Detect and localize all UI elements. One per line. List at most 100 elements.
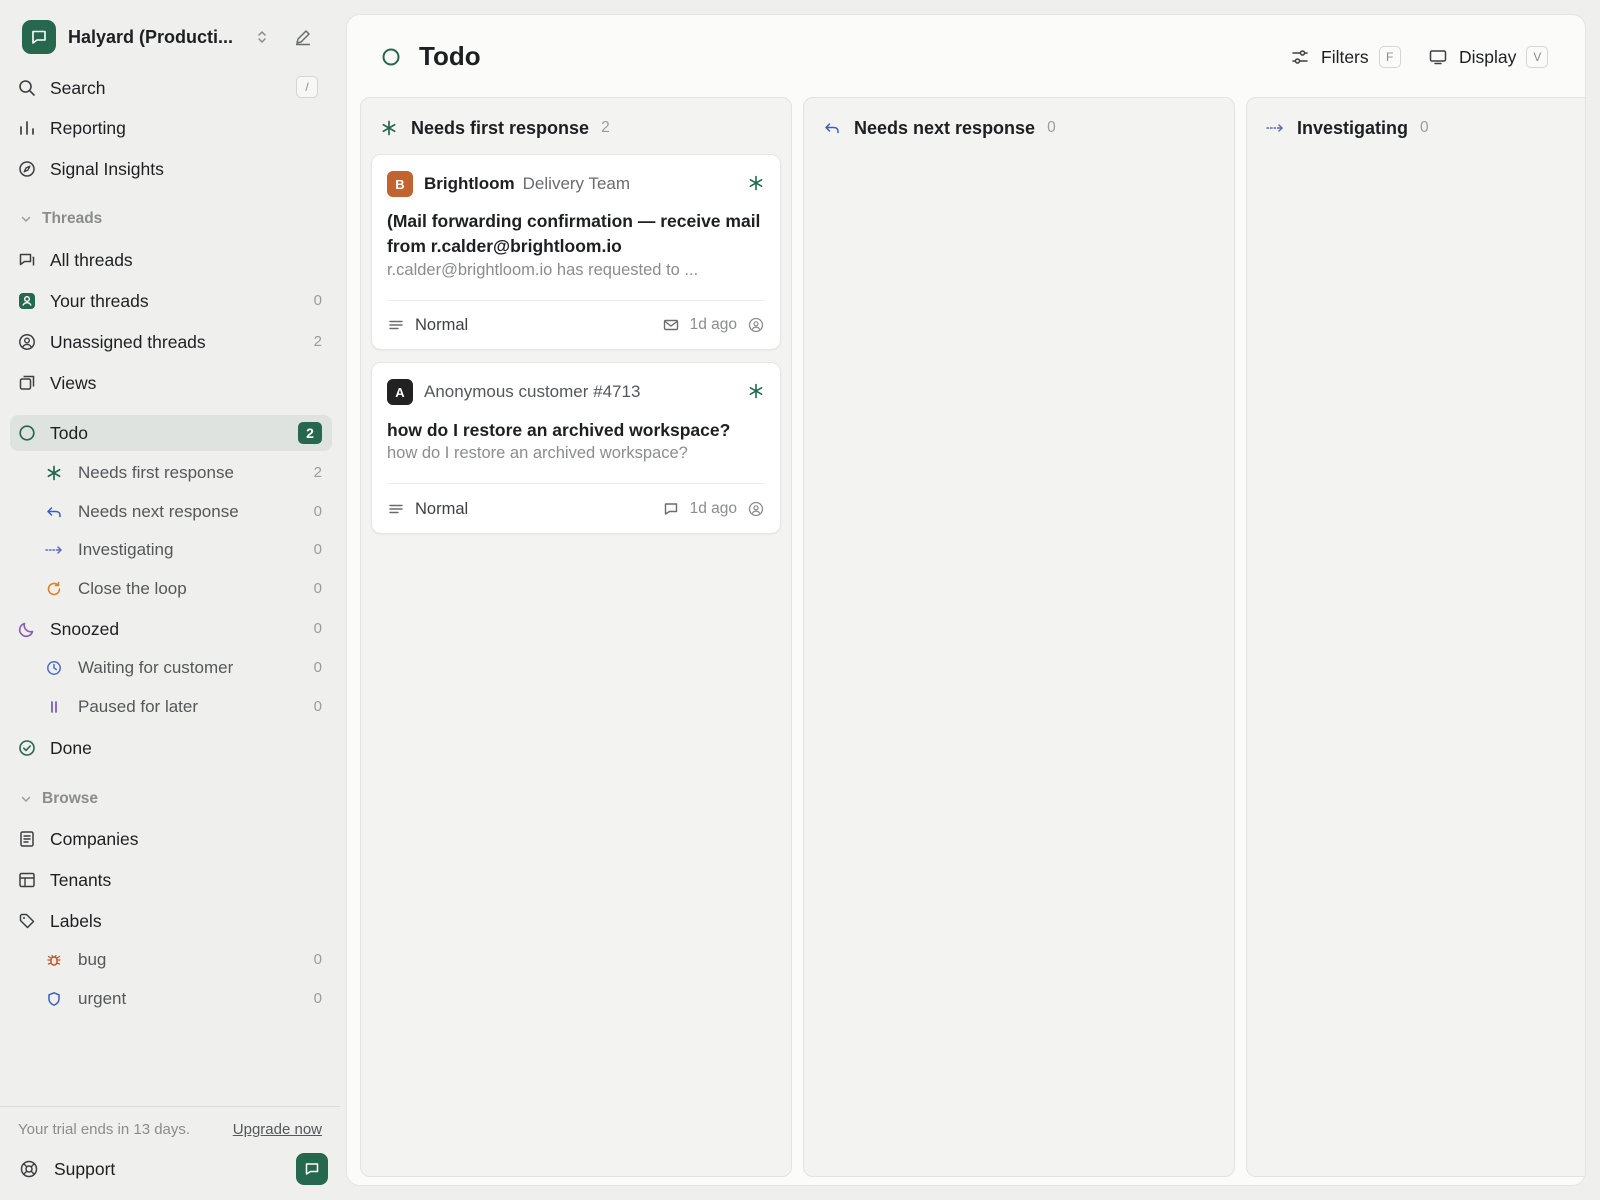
column-count: 0 [1420, 119, 1429, 136]
workspace-name: Halyard (Producti... [68, 26, 234, 47]
user-circle-icon [17, 332, 37, 352]
compose-icon[interactable] [292, 26, 314, 48]
thread-card[interactable]: B Brightloom Delivery Team (Mail forwardi… [371, 154, 781, 350]
display-label: Display [1459, 46, 1517, 67]
thread-preview: r.calder@brightloom.io has requested to … [387, 261, 699, 279]
sidebar-item-done[interactable]: Done [10, 730, 332, 766]
workspace-switcher[interactable]: Halyard (Producti... [22, 20, 322, 54]
dashed-arrow-icon [44, 540, 64, 560]
sidebar-item-label-bug[interactable]: bug 0 [10, 942, 332, 978]
monitor-icon [1427, 46, 1449, 68]
thread-card[interactable]: A Anonymous customer #4713 how do I rest… [371, 362, 781, 534]
section-label: Browse [42, 790, 98, 807]
item-count: 0 [313, 620, 322, 637]
item-count: 0 [313, 659, 322, 676]
sidebar-item-close-the-loop[interactable]: Close the loop 0 [10, 571, 332, 607]
column-header: Investigating 0 [1265, 116, 1429, 140]
sidebar-item-all-threads[interactable]: All threads [10, 242, 332, 278]
sliders-icon [1289, 46, 1311, 68]
sidebar-item-unassigned-threads[interactable]: Unassigned threads 2 [10, 324, 332, 360]
chat-bubble-icon[interactable] [296, 1153, 328, 1185]
sidebar-item-label: Reporting [50, 118, 126, 138]
upgrade-link[interactable]: Upgrade now [233, 1121, 322, 1138]
item-count: 2 [313, 333, 322, 350]
column-title: Needs first response [411, 117, 590, 138]
team-name: Delivery Team [522, 174, 631, 193]
sidebar-item-label: Needs first response [78, 463, 234, 482]
card-divider [387, 483, 765, 484]
card-meta: 1d ago [662, 316, 765, 334]
sidebar-item-investigating[interactable]: Investigating 0 [10, 532, 332, 568]
sidebar-item-todo[interactable]: Todo 2 [10, 415, 332, 451]
main-panel: Todo Filters F Display V Needs first res… [346, 14, 1586, 1186]
item-count: 0 [313, 503, 322, 520]
thread-subject: how do I restore an archived workspace? [387, 420, 731, 440]
assignee-icon[interactable] [747, 500, 765, 518]
filters-button[interactable]: Filters F [1289, 45, 1401, 69]
asterisk-icon [748, 175, 766, 193]
filters-label: Filters [1321, 46, 1369, 67]
item-count: 0 [313, 580, 322, 597]
clock-icon [44, 658, 64, 678]
sidebar-item-views[interactable]: Views [10, 365, 332, 401]
thread-time: 1d ago [689, 316, 737, 333]
column-count: 0 [1047, 119, 1056, 136]
sidebar-item-label: Unassigned threads [50, 332, 206, 352]
display-button[interactable]: Display V [1427, 45, 1549, 69]
sidebar-item-needs-next-response[interactable]: Needs next response 0 [10, 494, 332, 530]
sidebar-item-needs-first-response[interactable]: Needs first response 2 [10, 455, 332, 491]
sidebar-item-label: Investigating [78, 540, 174, 559]
sidebar-item-companies[interactable]: Companies [10, 821, 332, 857]
moon-icon [17, 619, 37, 639]
sidebar-item-search[interactable]: Search / [10, 70, 332, 106]
item-count: 2 [313, 464, 322, 481]
sidebar-item-label: Tenants [50, 870, 112, 890]
todo-circle-icon [381, 47, 401, 67]
sidebar-item-your-threads[interactable]: Your threads 0 [10, 283, 332, 319]
sidebar-item-label: Paused for later [78, 697, 199, 716]
column-count: 2 [601, 119, 610, 136]
sidebar-item-label: Close the loop [78, 579, 187, 598]
sidebar-footer: Your trial ends in 13 days. Upgrade now … [0, 1106, 340, 1185]
sidebar-item-paused-for-later[interactable]: Paused for later 0 [10, 689, 332, 725]
item-count: 0 [313, 292, 322, 309]
sidebar-item-label: Needs next response [78, 502, 239, 521]
sidebar-item-reporting[interactable]: Reporting [10, 110, 332, 146]
search-icon [17, 78, 37, 98]
threads-section-toggle[interactable]: Threads [18, 208, 102, 230]
thread-preview: how do I restore an archived workspace? [387, 444, 688, 462]
lifebuoy-icon [18, 1158, 40, 1180]
support-button[interactable]: Support [18, 1151, 328, 1187]
thread-subject: (Mail forwarding confirmation — receive … [387, 211, 761, 256]
item-count: 0 [313, 990, 322, 1007]
column-title: Needs next response [854, 117, 1036, 138]
sidebar-item-waiting-for-customer[interactable]: Waiting for customer 0 [10, 650, 332, 686]
person-icon [17, 291, 37, 311]
shield-icon [44, 989, 64, 1009]
tag-icon [17, 911, 37, 931]
chevron-updown-icon[interactable] [252, 27, 272, 47]
check-circle-icon [17, 738, 37, 758]
reply-arrow-icon [44, 502, 64, 522]
column-investigating: Investigating 0 [1246, 97, 1585, 1177]
customer-name: Anonymous customer #4713 [424, 382, 641, 401]
table-icon [17, 870, 37, 890]
sidebar-item-labels[interactable]: Labels [10, 903, 332, 939]
sidebar-item-tenants[interactable]: Tenants [10, 862, 332, 898]
bar-chart-icon [17, 118, 37, 138]
todo-circle-icon [17, 423, 37, 443]
main-header: Todo Filters F Display V [347, 15, 1585, 95]
sidebar-item-label: All threads [50, 250, 133, 270]
browse-section-toggle[interactable]: Browse [18, 788, 98, 810]
assignee-icon[interactable] [747, 316, 765, 334]
column-header: Needs next response 0 [822, 116, 1056, 140]
item-count: 0 [313, 698, 322, 715]
sidebar-item-label: bug [78, 950, 107, 969]
sidebar-item-signal-insights[interactable]: Signal Insights [10, 151, 332, 187]
threads-icon [17, 250, 37, 270]
sidebar-item-label-urgent[interactable]: urgent 0 [10, 981, 332, 1017]
sidebar-item-snoozed[interactable]: Snoozed 0 [10, 611, 332, 647]
company-avatar: B [387, 171, 413, 197]
bug-icon [44, 950, 64, 970]
sidebar-item-label: Waiting for customer [78, 658, 234, 677]
